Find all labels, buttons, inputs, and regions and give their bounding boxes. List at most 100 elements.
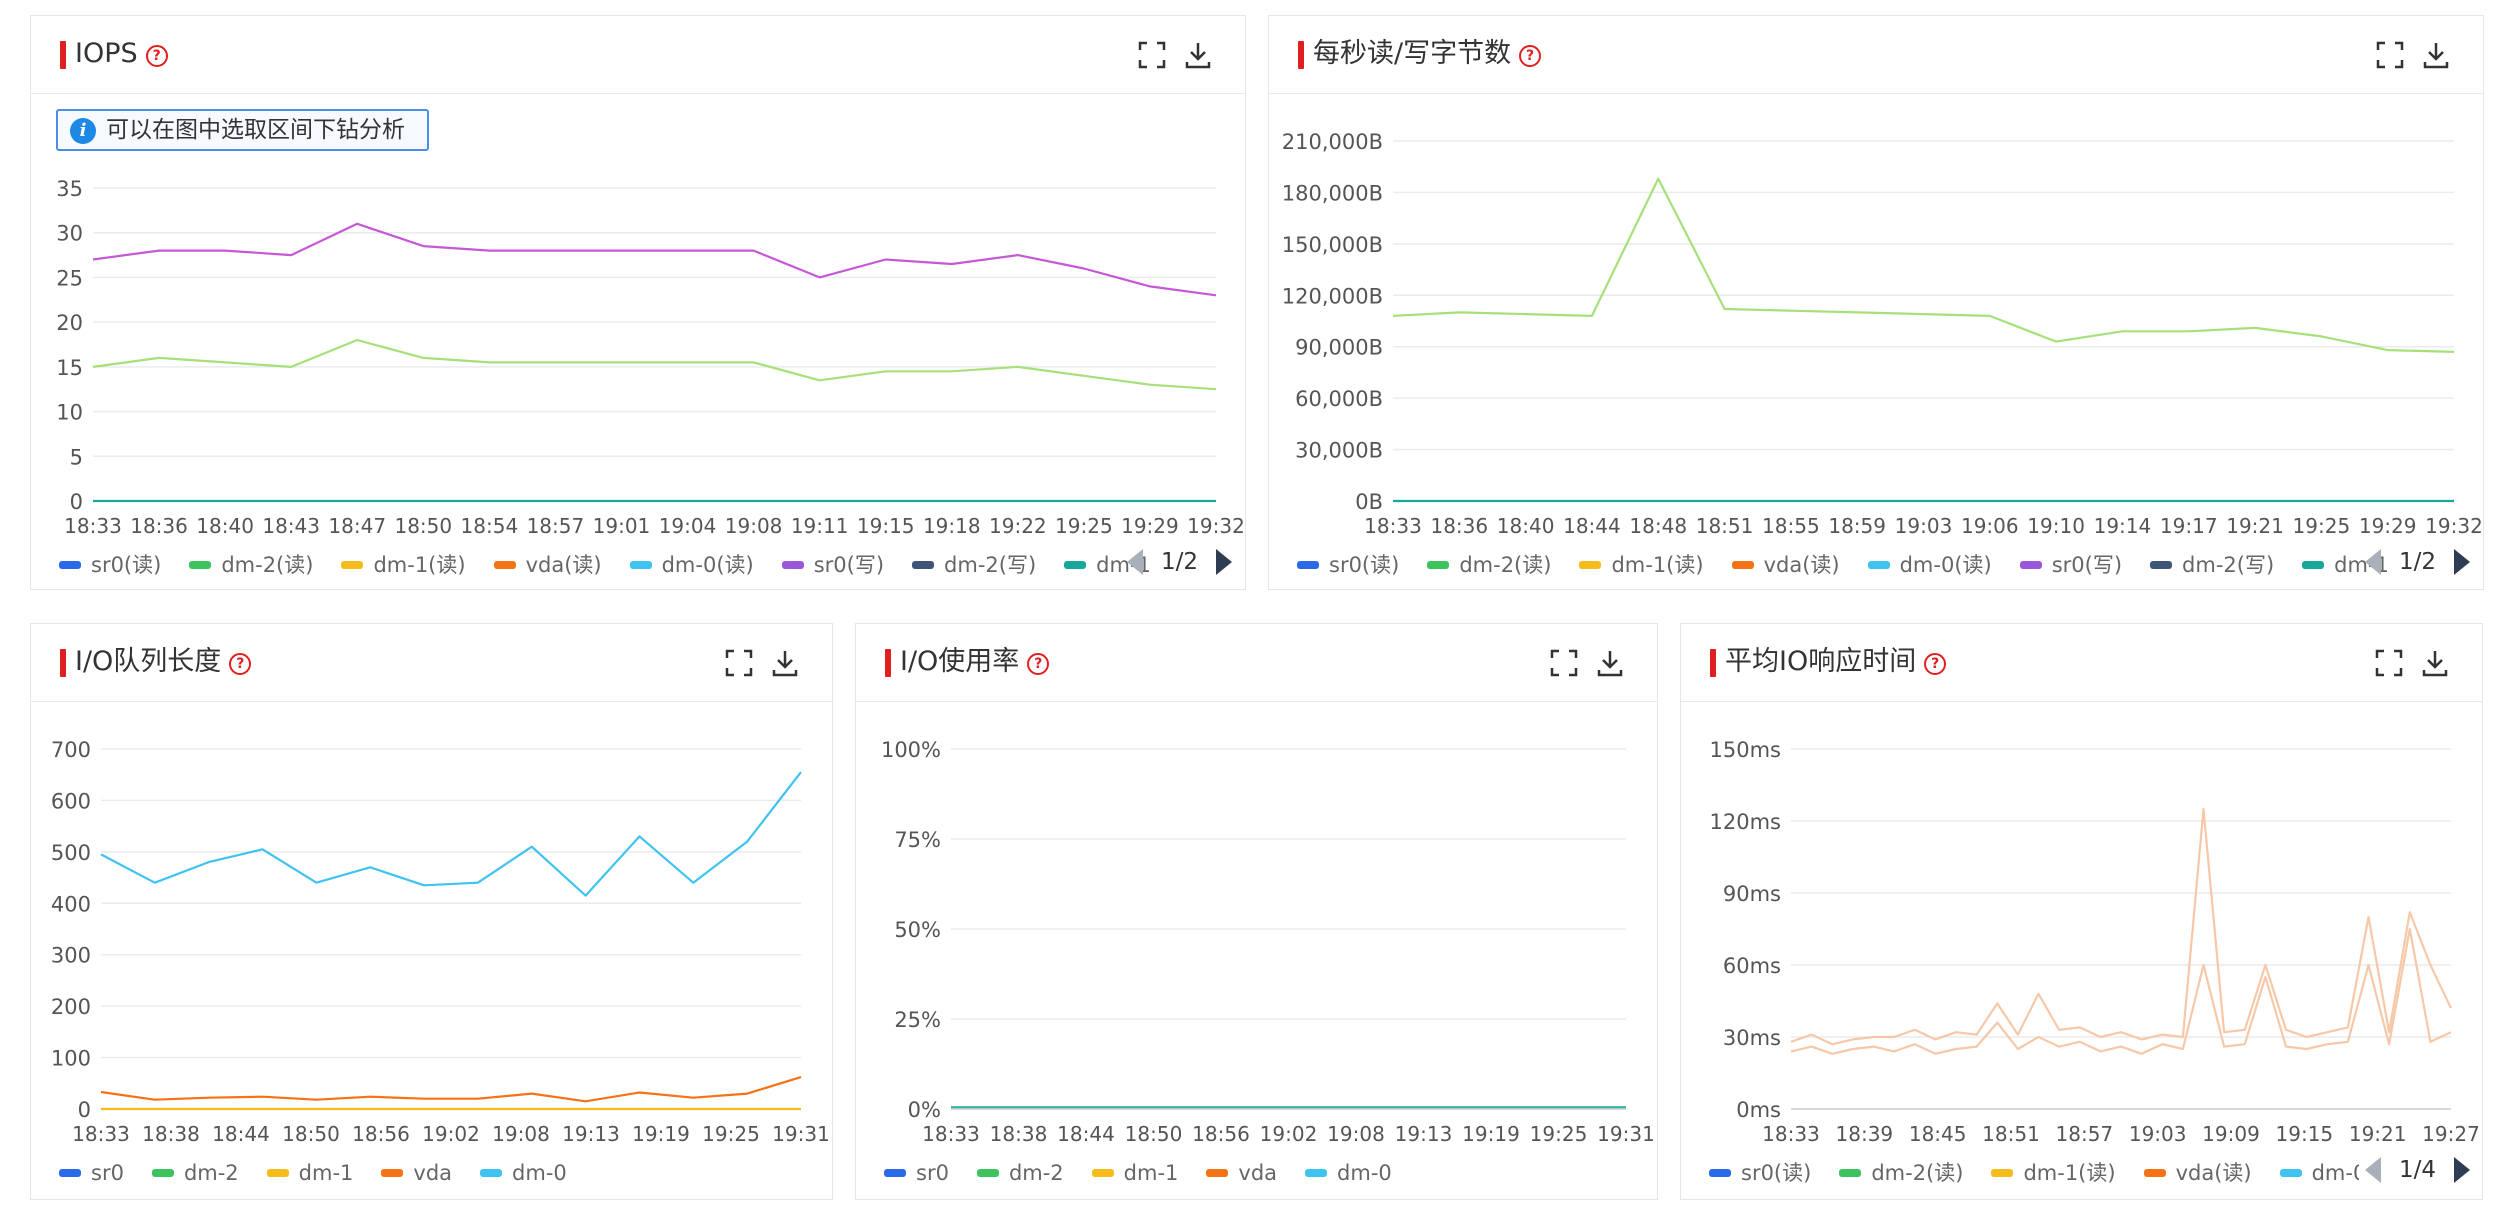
- x-tick-label: 19:03: [1895, 514, 1953, 538]
- legend-item[interactable]: sr0: [59, 1156, 124, 1190]
- legend-item[interactable]: dm-1: [266, 1156, 353, 1190]
- legend-swatch: [381, 1169, 404, 1177]
- legend-label: vda(读): [2175, 1161, 2252, 1185]
- iops-chart[interactable]: 35 30 25 20 15 10 5 018:33 18:36 18:40 18:43 18:47 1…: [31, 16, 1247, 546]
- y-tick-label: 210,000B: [1282, 130, 1383, 154]
- legend-item[interactable]: dm-2(读): [1839, 1156, 1963, 1190]
- queue-length-chart[interactable]: 700 600 500 400 300 200 100 018:33 18:38 18:44 18:…: [31, 624, 834, 1154]
- legend-label: sr0(写): [2051, 553, 2123, 577]
- legend-item[interactable]: sr0: [884, 1156, 949, 1190]
- legend-swatch: [1731, 561, 1754, 569]
- legend-item[interactable]: dm-2: [976, 1156, 1064, 1190]
- x-tick-label: 18:33: [1364, 514, 1422, 538]
- legend-label: dm-0: [1337, 1161, 1392, 1185]
- legend-item[interactable]: dm-1(读): [341, 548, 466, 582]
- legend-swatch: [1206, 1169, 1229, 1177]
- x-tick-label: 18:55: [1762, 514, 1820, 538]
- x-tick-label: 19:15: [2276, 1122, 2334, 1146]
- legend-swatch: [912, 561, 935, 569]
- x-tick-label: 19:09: [2202, 1122, 2260, 1146]
- y-tick-label: 25: [56, 266, 83, 290]
- legend-item[interactable]: vda: [1206, 1156, 1277, 1190]
- legend-swatch: [1064, 561, 1087, 569]
- y-tick-label: 0%: [908, 1098, 941, 1122]
- x-tick-label: 19:08: [492, 1122, 550, 1146]
- x-tick-label: 19:19: [1462, 1122, 1520, 1146]
- legend-item[interactable]: dm-2(读): [189, 548, 313, 582]
- y-tick-label: 300: [51, 944, 91, 968]
- y-tick-label: 75%: [894, 828, 941, 852]
- legend-swatch: [1867, 561, 1890, 569]
- legend-label: dm-2(读): [221, 553, 314, 577]
- x-tick-label: 19:03: [2129, 1122, 2187, 1146]
- next-page-icon[interactable]: [2454, 1156, 2471, 1183]
- legend-label: dm-0(读): [1899, 553, 1992, 577]
- legend-label: dm-0: [512, 1161, 567, 1185]
- series-line: [1392, 177, 2455, 353]
- x-tick-label: 19:13: [562, 1122, 620, 1146]
- legend-item[interactable]: dm-2(写): [2150, 548, 2274, 582]
- legend-item[interactable]: vda(读): [1731, 548, 1840, 582]
- next-page-icon[interactable]: [2454, 548, 2471, 575]
- utilization-chart[interactable]: 100% 75% 50% 25% 0%18:33 18:38 18:44 18:50 18:56…: [856, 624, 1659, 1154]
- legend-item[interactable]: vda(读): [493, 548, 602, 582]
- x-tick-label: 18:45: [1909, 1122, 1967, 1146]
- legend-item[interactable]: dm-2(读): [1427, 548, 1551, 582]
- legend-item[interactable]: dm-0(读): [1867, 548, 1992, 582]
- legend-swatch: [2279, 1169, 2302, 1177]
- legend-item[interactable]: dm-0(读): [629, 548, 754, 582]
- x-tick-label: 18:36: [1430, 514, 1488, 538]
- x-tick-label: 18:33: [64, 514, 122, 538]
- prev-page-icon[interactable]: [1127, 548, 1143, 575]
- x-tick-label: 18:51: [1696, 514, 1754, 538]
- prev-page-icon[interactable]: [2365, 548, 2381, 575]
- legend-item[interactable]: sr0(写): [2019, 548, 2123, 582]
- bytes-chart[interactable]: 210,000B 180,000B 150,000B 120,000B 90,000B 6…: [1269, 16, 2485, 546]
- legend-label: dm-1(读): [373, 553, 466, 577]
- x-tick-label: 19:25: [2293, 514, 2351, 538]
- x-tick-label: 19:27: [2422, 1122, 2480, 1146]
- legend-item[interactable]: sr0(读): [1709, 1156, 1811, 1190]
- legend-item[interactable]: dm-0: [1305, 1156, 1392, 1190]
- legend-label: vda(读): [1763, 553, 1840, 577]
- prev-page-icon[interactable]: [2365, 1156, 2381, 1183]
- legend-label: sr0(写): [813, 553, 885, 577]
- legend-item[interactable]: sr0(读): [59, 548, 161, 582]
- legend-item[interactable]: vda: [381, 1156, 452, 1190]
- next-page-icon[interactable]: [1216, 548, 1233, 575]
- iops-panel: IOPS? i 可以在图中选取区间下钻分析 35 30 25 20 15 10 5 0 18:33…: [30, 15, 1246, 590]
- y-tick-label: 0ms: [1736, 1098, 1781, 1122]
- x-tick-label: 18:56: [352, 1122, 410, 1146]
- x-tick-label: 19:06: [1961, 514, 2019, 538]
- legend-item[interactable]: dm-2: [151, 1156, 239, 1190]
- legend-item[interactable]: vda(读): [2143, 1156, 2252, 1190]
- response-time-chart[interactable]: 150ms 120ms 90ms 60ms 30ms 0ms18:33 18:39 18:45…: [1681, 624, 2484, 1154]
- legend-item[interactable]: dm-1(读): [1579, 548, 1704, 582]
- legend-label: sr0(读): [1741, 1161, 1812, 1185]
- legend-item[interactable]: sr0(读): [1297, 548, 1399, 582]
- legend-item[interactable]: dm-0(读: [2279, 1156, 2359, 1190]
- legend-swatch: [493, 561, 516, 569]
- y-tick-label: 90ms: [1723, 882, 1781, 906]
- legend-label: dm-0(读: [2311, 1161, 2359, 1185]
- y-tick-label: 0B: [1355, 490, 1383, 514]
- y-tick-label: 60ms: [1723, 954, 1781, 978]
- legend-item[interactable]: sr0(写): [781, 548, 885, 582]
- legend-item[interactable]: dm-1(读): [1991, 1156, 2116, 1190]
- legend-item[interactable]: dm-2(写): [912, 548, 1036, 582]
- y-tick-label: 0: [78, 1098, 91, 1122]
- legend-pager: 1/2: [1127, 548, 1233, 582]
- x-tick-label: 18:48: [1629, 514, 1687, 538]
- legend-swatch: [2302, 561, 2325, 569]
- avg-io-response-time-panel: 平均IO响应时间? 150ms 120ms 90ms 60ms 30ms 0ms 18:33…: [1680, 623, 2483, 1200]
- legend-pager: 1/4: [2365, 1156, 2471, 1190]
- legend-swatch: [1305, 1169, 1328, 1177]
- x-tick-label: 18:50: [1125, 1122, 1183, 1146]
- x-tick-label: 18:54: [461, 514, 519, 538]
- series-line: [100, 771, 802, 897]
- legend-item[interactable]: dm-1: [1091, 1156, 1178, 1190]
- y-tick-label: 50%: [894, 918, 941, 942]
- legend-label: sr0: [916, 1161, 949, 1185]
- legend-swatch: [976, 1169, 999, 1177]
- legend-item[interactable]: dm-0: [480, 1156, 567, 1190]
